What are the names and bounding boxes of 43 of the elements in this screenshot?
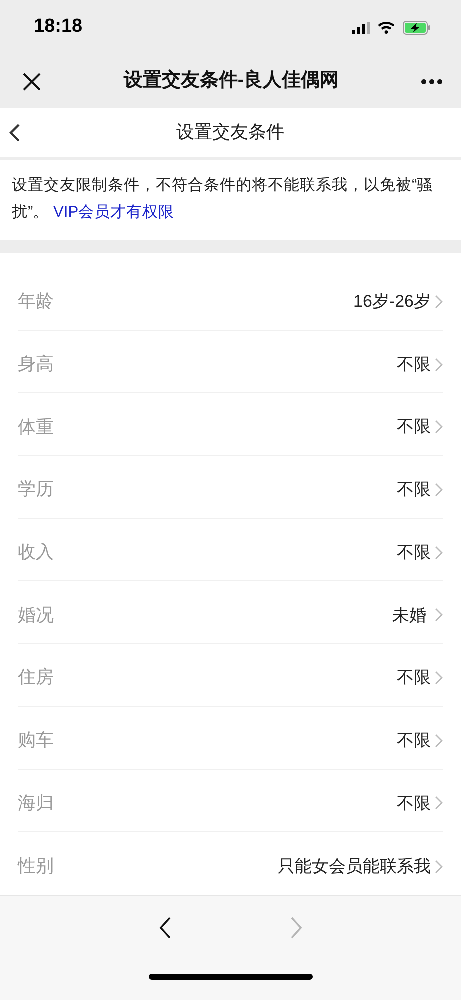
condition-label: 海归 <box>18 792 54 815</box>
condition-value-item[interactable]: 16岁-26岁 <box>354 289 443 315</box>
condition-label: 性别 <box>18 855 54 878</box>
chevron-right-icon <box>288 916 304 940</box>
chevron-right-icon <box>435 860 443 874</box>
condition-value-item[interactable]: 不限 <box>397 540 443 566</box>
signal-icon <box>352 22 370 34</box>
page-title: 设置交友条件-良人佳偶网 <box>124 68 340 94</box>
condition-label: 购车 <box>18 729 54 752</box>
condition-label: 收入 <box>18 541 54 564</box>
condition-label: 婚况 <box>18 604 54 627</box>
battery-charging-icon <box>403 20 431 34</box>
condition-value-item[interactable]: 不限 <box>397 728 443 754</box>
condition-value-item[interactable]: 不限 <box>397 790 443 816</box>
condition-label: 住房 <box>18 666 54 690</box>
status-time: 18:18 <box>34 15 83 40</box>
condition-label: 学历 <box>18 478 54 502</box>
condition-label: 体重 <box>18 416 54 439</box>
vip-link[interactable]: VIP会员才有权限 <box>54 204 175 221</box>
back-icon[interactable] <box>9 123 21 143</box>
chevron-right-icon <box>435 608 443 622</box>
condition-value-item[interactable]: 不限 <box>397 665 443 691</box>
notice-text: 设置交友限制条件，不符合条件的将不能联系我，以免被“骚扰”。 VIP会员才有权限 <box>0 160 461 240</box>
condition-value-item[interactable]: 不限 <box>397 414 443 440</box>
chevron-right-icon <box>435 420 443 434</box>
condition-label: 年龄 <box>18 290 54 314</box>
condition-label: 身高 <box>18 353 54 376</box>
chevron-right-icon <box>435 358 443 372</box>
chevron-right-icon <box>435 546 443 560</box>
chevron-right-icon <box>435 294 443 309</box>
chevron-right-icon <box>435 796 443 810</box>
more-icon[interactable] <box>420 78 443 84</box>
chevron-left-icon <box>158 916 172 940</box>
condition-value-item[interactable]: 不限 <box>397 352 443 378</box>
condition-value-item[interactable]: 不限 <box>397 477 443 503</box>
chevron-right-icon <box>435 670 443 685</box>
header-title: 设置交友条件 <box>176 121 284 144</box>
condition-value-item[interactable]: 未婚 <box>392 602 443 628</box>
chevron-right-icon <box>435 734 443 748</box>
close-icon[interactable] <box>22 72 42 92</box>
wifi-icon <box>378 21 395 34</box>
condition-value-item[interactable]: 只能女会员能联系我 <box>278 854 443 880</box>
chevron-right-icon <box>435 482 443 497</box>
